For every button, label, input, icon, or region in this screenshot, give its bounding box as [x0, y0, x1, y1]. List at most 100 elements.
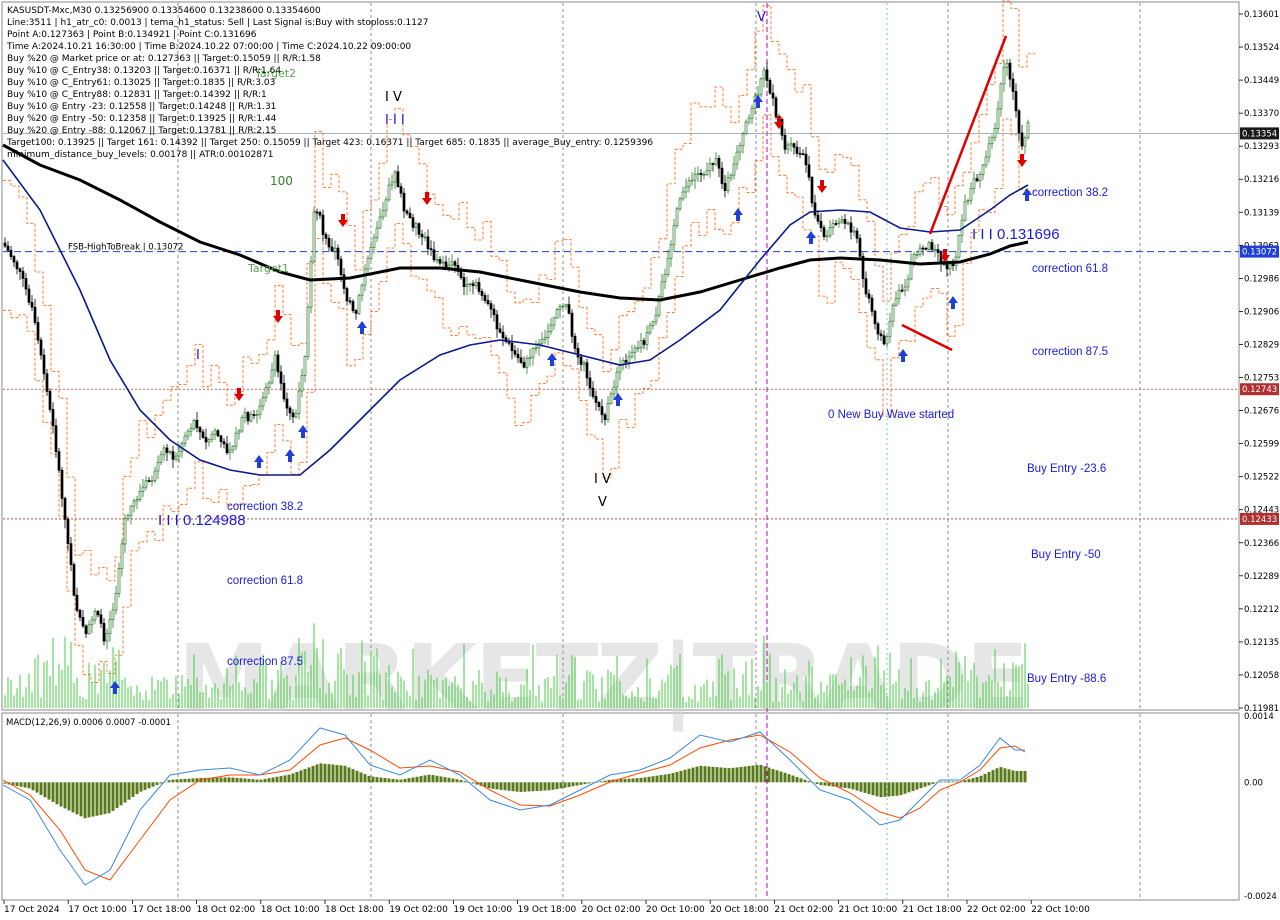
macd-hist-bar-34: [139, 782, 143, 792]
candle-body-184: [555, 309, 559, 319]
y-tick-label-9: 0.12906: [1244, 307, 1279, 317]
macd-hist-bar-213: [855, 782, 859, 791]
candle-body-141: [426, 236, 430, 249]
macd-hist-bar-12: [51, 782, 55, 802]
macd-hist-bar-47: [191, 778, 195, 783]
candle-body-310: [933, 249, 937, 251]
candle-body-82: [249, 414, 253, 422]
macd-hist-bar-46: [187, 778, 191, 783]
candle-body-194: [585, 362, 589, 379]
macd-hist-bar-165: [663, 774, 667, 783]
candle-body-254: [765, 69, 769, 81]
candle-body-191: [576, 348, 580, 358]
candle-body-231: [696, 172, 700, 176]
macd-hist-bar-137: [551, 782, 555, 790]
x-tick-label-10: 20 Oct 10:00: [646, 905, 705, 915]
candle-body-207: [624, 360, 628, 363]
candle-body-140: [423, 236, 427, 239]
annotation-16: I I I: [385, 113, 405, 128]
candle-body-263: [792, 143, 796, 148]
candle-body-197: [594, 396, 598, 403]
macd-hist-bar-29: [119, 782, 123, 806]
y-tick-label-8: 0.12986: [1244, 274, 1279, 284]
candle-body-234: [705, 170, 709, 175]
candle-body-301: [906, 278, 910, 288]
candle-body-145: [438, 259, 442, 264]
candle-body-308: [927, 242, 931, 250]
candle-body-51: [156, 461, 160, 472]
macd-hist-bar-59: [239, 778, 243, 783]
candle-body-80: [243, 412, 247, 418]
macd-hist-bar-179: [719, 767, 723, 783]
candle-body-248: [747, 117, 751, 123]
macd-hist-bar-33: [135, 782, 139, 795]
macd-hist-bar-69: [279, 776, 283, 783]
price-tag-label-2: 0.12743: [1242, 385, 1277, 395]
candle-body-185: [558, 306, 562, 310]
candle-body-127: [384, 199, 388, 212]
candle-body-188: [567, 304, 571, 314]
macd-hist-bar-170: [683, 769, 687, 783]
macd-hist-bar-45: [183, 778, 187, 783]
macd-hist-bar-181: [727, 768, 731, 783]
macd-hist-bar-189: [759, 765, 763, 783]
macd-hist-bar-7: [31, 782, 35, 791]
candle-body-144: [435, 259, 439, 261]
candle-body-205: [618, 364, 622, 373]
candle-body-91: [276, 354, 280, 373]
candle-body-155: [468, 283, 472, 286]
candle-body-142: [429, 248, 433, 251]
candle-body-177: [534, 347, 538, 350]
macd-hist-bar-199: [799, 778, 803, 783]
annotation-12: 100: [270, 174, 293, 188]
candle-body-152: [459, 271, 463, 278]
y-tick-label-11: 0.12753: [1244, 374, 1279, 384]
candle-body-283: [852, 230, 856, 233]
macd-hist-bar-238: [955, 781, 959, 783]
macd-hist-bar-75: [303, 768, 307, 783]
trading-chart[interactable]: MARKETZ|TRADE FSB-HighToBreak | 0.13072 …: [0, 0, 1280, 920]
macd-hist-bar-220: [883, 782, 887, 797]
info-line-2: Point A:0.127363 | Point B:0.134921 | Po…: [7, 30, 257, 40]
candle-body-219: [660, 281, 664, 297]
candle-body-228: [687, 180, 691, 188]
price-tag-label-0: 0.13354: [1242, 129, 1277, 139]
candle-body-215: [648, 325, 652, 334]
macd-hist-bar-182: [731, 767, 735, 783]
candle-body-214: [645, 332, 649, 345]
macd-hist-bar-180: [723, 767, 727, 783]
candle-body-276: [831, 223, 835, 228]
candle-body-35: [108, 619, 112, 634]
candle-body-324: [975, 178, 979, 182]
macd-hist-bar-145: [583, 782, 587, 785]
candle-body-70: [213, 430, 217, 435]
candle-body-57: [174, 455, 178, 460]
candle-body-341: [1026, 122, 1030, 139]
candle-body-48: [147, 480, 151, 482]
macd-hist-bar-31: [127, 782, 131, 800]
macd-hist-bar-74: [299, 770, 303, 783]
macd-hist-bar-212: [851, 782, 855, 790]
info-line-11: Target100: 0.13925 || Target 161: 0.1439…: [6, 138, 653, 148]
macd-hist-bar-196: [787, 774, 791, 783]
candle-body-229: [690, 179, 694, 182]
candle-body-115: [348, 300, 352, 303]
candle-body-104: [315, 211, 319, 214]
candle-body-9: [30, 301, 34, 308]
macd-hist-bar-141: [567, 782, 571, 787]
candle-body-187: [564, 304, 568, 307]
candle-body-130: [393, 171, 397, 183]
candle-body-137: [414, 223, 418, 228]
candle-body-44: [135, 499, 139, 502]
macd-hist-bar-14: [59, 782, 63, 807]
macd-hist-bar-253: [1015, 771, 1019, 783]
candle-body-323: [972, 178, 976, 189]
annotation-7: I I I 0.131696: [972, 226, 1060, 243]
macd-hist-bar-169: [679, 770, 683, 783]
candle-body-302: [909, 261, 913, 280]
candle-body-325: [978, 174, 982, 182]
level-label-0: FSB-HighToBreak | 0.13072: [68, 243, 183, 253]
candle-body-330: [993, 128, 997, 138]
candle-body-96: [291, 412, 295, 418]
macd-hist-bar-89: [359, 772, 363, 783]
